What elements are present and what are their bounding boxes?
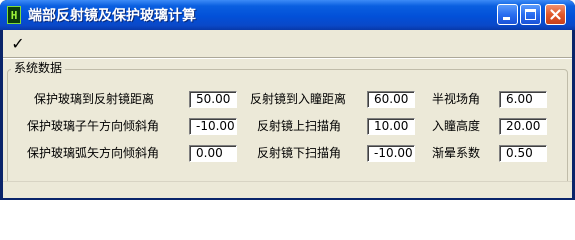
field-label: 反射镜到入瞳距离	[250, 92, 347, 106]
field-label: 保护玻璃到反射镜距离	[34, 92, 155, 106]
checkmark-icon[interactable]: ✓	[9, 35, 27, 53]
pupil-height-input[interactable]: 20.00	[499, 118, 547, 135]
minimize-button[interactable]	[497, 4, 518, 25]
group-title: 系统数据	[11, 61, 66, 75]
field-label: 入瞳高度	[432, 119, 481, 133]
field-label: 保护玻璃弧矢方向倾斜角	[27, 146, 160, 160]
maximize-icon	[525, 9, 536, 20]
field-label: 渐晕系数	[432, 146, 481, 160]
field-label: 保护玻璃子午方向倾斜角	[27, 119, 160, 133]
maximize-button[interactable]	[520, 4, 541, 25]
field-label: 反射镜上扫描角	[257, 119, 342, 133]
client-area: ✓ 系统数据 保护玻璃到反射镜距离 50.00 反射镜到入瞳距离 60.00 半…	[3, 30, 572, 198]
mirror-lower-scan-angle-input[interactable]: -10.00	[367, 145, 415, 162]
field-label: 半视场角	[432, 92, 481, 106]
minimize-icon	[503, 17, 510, 20]
glass-meridional-tilt-input[interactable]: -10.00	[189, 118, 237, 135]
app-logo-icon[interactable]: H	[7, 6, 21, 24]
mirror-to-pupil-distance-input[interactable]: 60.00	[367, 91, 415, 108]
app-logo-glyph: H	[10, 8, 18, 22]
title-bar[interactable]: H 端部反射镜及保护玻璃计算	[0, 0, 575, 30]
mirror-upper-scan-angle-input[interactable]: 10.00	[367, 118, 415, 135]
app-window: H 端部反射镜及保护玻璃计算 ✓ 系统数据 保护玻璃到反射镜距离 50.00 反…	[0, 0, 575, 200]
status-bar	[3, 181, 572, 198]
close-icon	[550, 9, 561, 20]
window-title: 端部反射镜及保护玻璃计算	[28, 8, 196, 24]
glass-to-mirror-distance-input[interactable]: 50.00	[189, 91, 237, 108]
glass-sagittal-tilt-input[interactable]: 0.00	[189, 145, 237, 162]
toolbar-divider	[3, 57, 572, 59]
vignetting-coefficient-input[interactable]: 0.50	[499, 145, 547, 162]
toolbar: ✓	[3, 30, 572, 59]
field-label: 反射镜下扫描角	[257, 146, 342, 160]
half-field-angle-input[interactable]: 6.00	[499, 91, 547, 108]
close-button[interactable]	[545, 4, 566, 25]
